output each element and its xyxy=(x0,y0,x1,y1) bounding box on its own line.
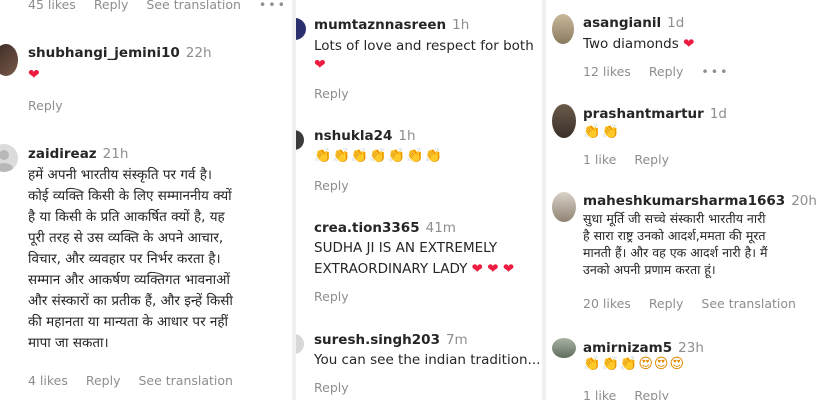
comment-meta-row: 1 like Reply xyxy=(583,388,683,400)
clap-icon: 👏 xyxy=(619,356,639,372)
default-avatar-icon xyxy=(0,150,13,172)
comment-username[interactable]: suresh.singh203 7m xyxy=(314,332,468,348)
reply-button[interactable]: Reply xyxy=(86,373,121,388)
heart-eyes-emoji-icon: 😍 xyxy=(669,356,686,372)
heart-emoji-icon: ❤ xyxy=(683,36,695,52)
comment-username[interactable]: maheshkumarsharma1663 20h xyxy=(583,193,817,209)
see-translation-link[interactable]: See translation xyxy=(138,373,233,388)
reply-button[interactable]: Reply xyxy=(649,64,684,79)
comment-meta-row: Reply xyxy=(314,86,363,101)
clap-icon: 👏 xyxy=(601,124,620,140)
clap-icon: 👏 xyxy=(406,148,425,164)
likes-count[interactable]: 1 like xyxy=(583,152,616,167)
comment-username[interactable]: crea.tion3365 41m xyxy=(314,220,456,236)
comment-time: 1h xyxy=(398,128,416,144)
clap-icon: 👏 xyxy=(332,148,351,164)
clap-icon: 👏 xyxy=(387,148,407,164)
comment-meta-row: Reply xyxy=(314,380,363,395)
comment-time: 22h xyxy=(185,45,212,61)
reply-button[interactable]: Reply xyxy=(314,380,349,395)
comment-username[interactable]: asangianil 1d xyxy=(583,15,684,31)
comment-meta-row: 20 likes Reply See translation xyxy=(583,296,810,311)
clapping-hands-emoji-row: 👏👏👏👏👏👏👏 xyxy=(314,148,443,164)
reply-button[interactable]: Reply xyxy=(94,0,129,12)
more-options-icon[interactable]: ••• xyxy=(701,64,729,79)
avatar[interactable] xyxy=(552,338,576,358)
reply-button[interactable]: Reply xyxy=(314,289,349,304)
avatar[interactable] xyxy=(552,192,576,222)
clapping-hands-emoji-row: 👏👏 xyxy=(583,124,620,140)
comment-meta-row: 4 likes Reply See translation xyxy=(28,373,247,388)
see-translation-link[interactable]: See translation xyxy=(701,296,796,311)
avatar[interactable] xyxy=(296,334,304,354)
comment-time: 1d xyxy=(709,106,727,122)
comment-username[interactable]: mumtaznnasreen 1h xyxy=(314,17,469,33)
avatar[interactable] xyxy=(0,144,18,172)
avatar[interactable] xyxy=(552,14,574,44)
comment-time: 7m xyxy=(445,332,468,348)
heart-emoji-icon: ❤ xyxy=(28,67,41,83)
comment-username[interactable]: nshukla24 1h xyxy=(314,128,416,144)
clap-icon: 👏 xyxy=(350,148,370,164)
comment-time: 1h xyxy=(452,17,470,33)
avatar[interactable] xyxy=(552,104,576,138)
comments-column-2: mumtaznnasreen 1h Lots of love and respec… xyxy=(296,0,542,400)
comment-meta-row: Reply xyxy=(28,98,77,113)
comment-meta-row: 45 likes Reply See translation ••• xyxy=(28,0,292,12)
comment-text: SUDHA JI IS AN EXTREMELY EXTRAORDINARY L… xyxy=(314,240,515,277)
likes-count[interactable]: 45 likes xyxy=(28,0,76,12)
comment-text: Lots of love and respect for both xyxy=(314,38,534,54)
comment-username[interactable]: zaidireaz 21h xyxy=(28,146,128,162)
reply-button[interactable]: Reply xyxy=(314,86,349,101)
see-translation-link[interactable]: See translation xyxy=(146,0,241,12)
comment-text: You can see the indian tradition... xyxy=(314,352,541,368)
comments-column-1: 45 likes Reply See translation ••• shubh… xyxy=(0,0,292,400)
comment-meta-row: Reply xyxy=(314,289,363,304)
more-options-icon[interactable]: ••• xyxy=(259,0,287,12)
comment-text: Two diamonds ❤ xyxy=(583,36,695,52)
clap-icon: 👏 xyxy=(424,148,444,164)
clap-icon: 👏 xyxy=(314,148,333,164)
comment-username[interactable]: prashantmartur 1d xyxy=(583,106,727,122)
avatar[interactable] xyxy=(296,18,306,40)
avatar[interactable] xyxy=(296,130,304,150)
comment-username[interactable]: amirnizam5 23h xyxy=(583,340,704,356)
likes-count[interactable]: 4 likes xyxy=(28,373,68,388)
comment-meta-row: Reply xyxy=(314,178,363,193)
reply-button[interactable]: Reply xyxy=(634,152,669,167)
heart-eyes-emoji-icon: 😍 xyxy=(638,356,654,372)
likes-count[interactable]: 20 likes xyxy=(583,296,631,311)
heart-emoji-icon: ❤ xyxy=(314,57,327,73)
heart-emoji-icon: ❤ xyxy=(502,261,515,277)
avatar[interactable] xyxy=(0,44,18,76)
heart-emoji-icon: ❤ xyxy=(471,261,483,277)
clap-icon: 👏 xyxy=(583,124,602,140)
comment-time: 20h xyxy=(791,193,817,209)
comment-username[interactable]: shubhangi_jemini10 22h xyxy=(28,45,212,61)
comment-time: 23h xyxy=(678,340,704,356)
clap-icon: 👏 xyxy=(601,356,620,372)
reply-button[interactable]: Reply xyxy=(28,98,63,113)
comment-meta-row: 1 like Reply xyxy=(583,152,683,167)
clap-icon: 👏 xyxy=(583,356,602,372)
comment-time: 41m xyxy=(425,220,456,236)
reply-button[interactable]: Reply xyxy=(314,178,349,193)
comment-time: 21h xyxy=(102,146,129,162)
likes-count[interactable]: 12 likes xyxy=(583,64,631,79)
likes-count[interactable]: 1 like xyxy=(583,388,616,400)
reply-button[interactable]: Reply xyxy=(634,388,669,400)
comment-meta-row: 12 likes Reply ••• xyxy=(583,64,744,79)
heart-eyes-emoji-icon: 😍 xyxy=(653,356,670,372)
comment-text: हमें अपनी भारतीय संस्कृति पर गर्व है। को… xyxy=(28,167,233,351)
comment-time: 1d xyxy=(667,15,685,31)
comment-text: सुधा मूर्ति जी सच्चे संस्कारी भारतीय नार… xyxy=(583,211,768,277)
reply-button[interactable]: Reply xyxy=(649,296,684,311)
heart-emoji-icon: ❤ xyxy=(487,261,499,277)
comments-column-3: asangianil 1d Two diamonds ❤ 12 likes Rep… xyxy=(546,0,830,400)
clap-icon: 👏 xyxy=(369,148,388,164)
reaction-emoji-row: 👏👏👏😍😍😍 xyxy=(583,356,685,372)
